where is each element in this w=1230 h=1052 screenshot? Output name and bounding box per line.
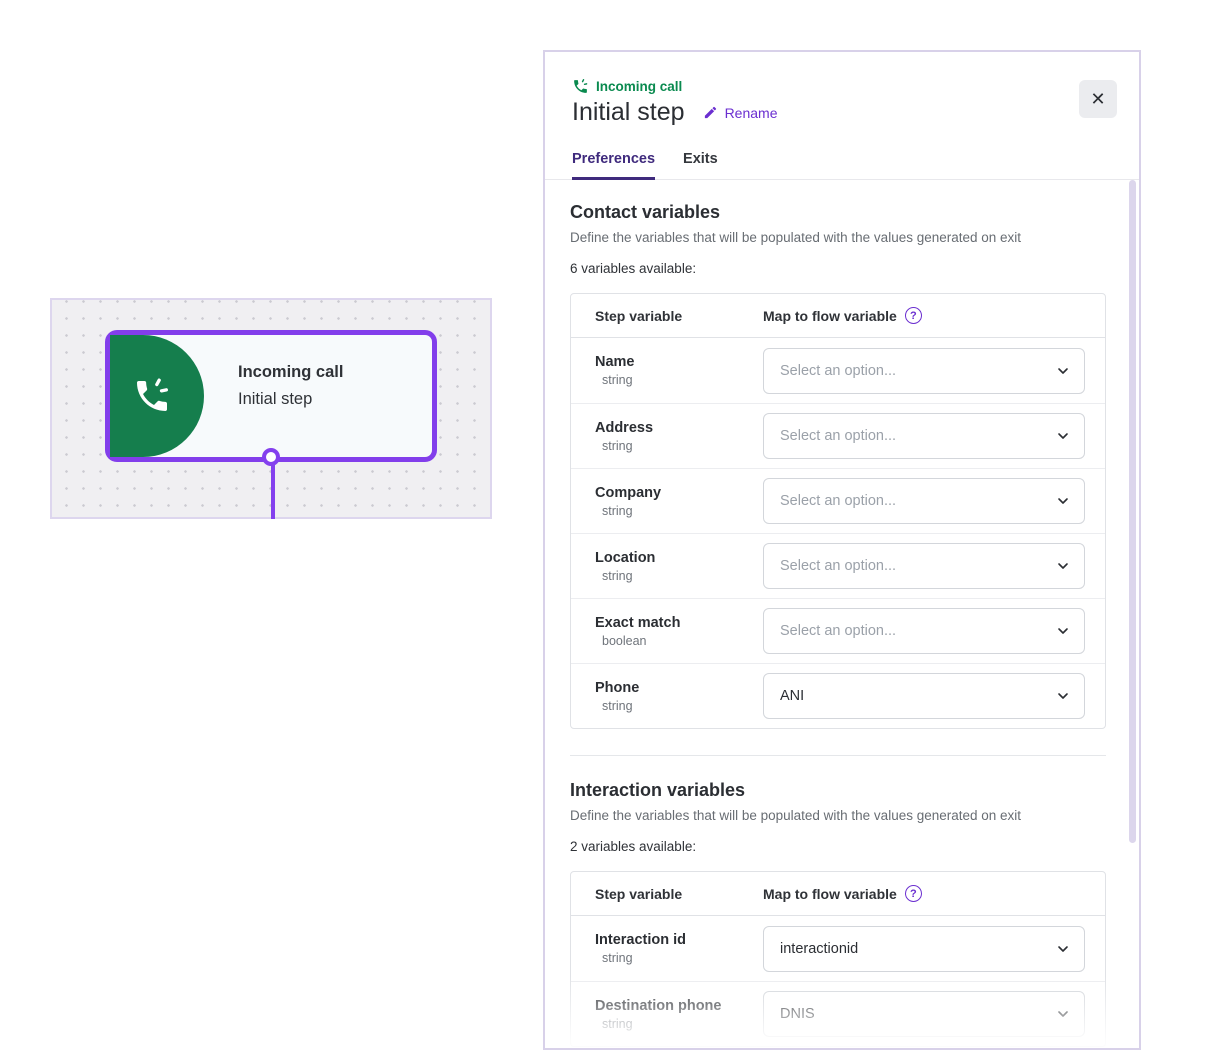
- variables-table: Step variable Map to flow variable ? Nam…: [570, 293, 1106, 729]
- variables-table: Step variable Map to flow variable ? Int…: [570, 871, 1106, 1047]
- section-title: Interaction variables: [570, 780, 1106, 801]
- map-to-flow-variable-select[interactable]: ANI: [763, 673, 1085, 719]
- variable-type: string: [595, 1017, 763, 1031]
- map-to-flow-variable-select[interactable]: Select an option...: [763, 543, 1085, 589]
- map-to-flow-variable-select[interactable]: Select an option...: [763, 608, 1085, 654]
- panel-title: Initial step: [572, 98, 685, 127]
- variable-name: Destination phone: [595, 998, 763, 1014]
- variable-type: string: [595, 373, 763, 387]
- map-to-flow-variable-select[interactable]: Select an option...: [763, 348, 1085, 394]
- help-icon[interactable]: ?: [905, 307, 922, 324]
- map-to-flow-variable-select[interactable]: Select an option...: [763, 413, 1085, 459]
- dropdown-value: Select an option...: [780, 623, 896, 639]
- variable-type: boolean: [595, 634, 763, 648]
- close-button[interactable]: ✕: [1079, 80, 1117, 118]
- panel-header: Incoming call Initial step Rename ✕ Pref…: [545, 52, 1139, 180]
- variable-name: Address: [595, 420, 763, 436]
- col-step-variable: Step variable: [595, 308, 763, 324]
- variable-name: Location: [595, 550, 763, 566]
- variable-name: Name: [595, 354, 763, 370]
- variable-name: Exact match: [595, 615, 763, 631]
- variable-row: Name string Select an option...: [571, 338, 1105, 403]
- variable-name: Phone: [595, 680, 763, 696]
- node-output-port[interactable]: [262, 448, 280, 466]
- variable-type: string: [595, 439, 763, 453]
- step-type-text: Incoming call: [596, 79, 682, 94]
- dropdown-value: Select an option...: [780, 363, 896, 379]
- incoming-call-node[interactable]: Incoming call Initial step: [105, 330, 437, 462]
- variable-type: string: [595, 699, 763, 713]
- variable-type: string: [595, 569, 763, 583]
- dropdown-value: Select an option...: [780, 493, 896, 509]
- scrollbar[interactable]: [1129, 180, 1136, 843]
- map-to-flow-variable-select[interactable]: DNIS: [763, 991, 1085, 1037]
- variable-row: Location string Select an option...: [571, 533, 1105, 598]
- section-description: Define the variables that will be popula…: [570, 808, 1106, 823]
- chevron-down-icon: [1055, 1006, 1071, 1022]
- col-map-to-flow-variable: Map to flow variable: [763, 308, 897, 324]
- variable-row: Address string Select an option...: [571, 403, 1105, 468]
- table-header-row: Step variable Map to flow variable ?: [571, 294, 1105, 338]
- flow-builder-screen: Incoming call Initial step Incoming call…: [0, 0, 1230, 1052]
- chevron-down-icon: [1055, 623, 1071, 639]
- variable-row: Interaction id string interactionid: [571, 916, 1105, 981]
- step-settings-panel: Incoming call Initial step Rename ✕ Pref…: [543, 50, 1141, 1050]
- dropdown-value: Select an option...: [780, 428, 896, 444]
- variables-count: 6 variables available:: [570, 261, 1106, 276]
- interaction-variables-section: Interaction variables Define the variabl…: [570, 780, 1106, 1047]
- table-header-row: Step variable Map to flow variable ?: [571, 872, 1105, 916]
- tab-preferences[interactable]: Preferences: [572, 151, 655, 180]
- map-to-flow-variable-select[interactable]: Select an option...: [763, 478, 1085, 524]
- variable-row: Exact match boolean Select an option...: [571, 598, 1105, 663]
- connector-line: [271, 460, 275, 519]
- variable-name: Interaction id: [595, 932, 763, 948]
- panel-body: Contact variables Define the variables t…: [545, 180, 1139, 1047]
- node-icon-area: [110, 335, 204, 457]
- section-description: Define the variables that will be popula…: [570, 230, 1106, 245]
- section-title: Contact variables: [570, 202, 1106, 223]
- dropdown-value: interactionid: [780, 941, 858, 957]
- rename-label: Rename: [725, 105, 778, 121]
- flow-canvas[interactable]: Incoming call Initial step: [50, 298, 492, 519]
- section-divider: [570, 755, 1106, 756]
- step-type-label: Incoming call: [572, 78, 682, 95]
- col-step-variable: Step variable: [595, 886, 763, 902]
- rename-button[interactable]: Rename: [703, 105, 778, 121]
- variable-row: Company string Select an option...: [571, 468, 1105, 533]
- chevron-down-icon: [1055, 428, 1071, 444]
- dropdown-value: Select an option...: [780, 558, 896, 574]
- incoming-call-icon: [572, 78, 589, 95]
- dropdown-value: DNIS: [780, 1006, 815, 1022]
- map-to-flow-variable-select[interactable]: interactionid: [763, 926, 1085, 972]
- variable-row: Phone string ANI: [571, 663, 1105, 728]
- node-type-label: Incoming call: [238, 359, 343, 386]
- chevron-down-icon: [1055, 558, 1071, 574]
- variable-type: string: [595, 951, 763, 965]
- panel-tabs: Preferences Exits: [572, 151, 718, 180]
- chevron-down-icon: [1055, 941, 1071, 957]
- chevron-down-icon: [1055, 688, 1071, 704]
- chevron-down-icon: [1055, 363, 1071, 379]
- variable-row: Destination phone string DNIS: [571, 981, 1105, 1046]
- contact-variables-section: Contact variables Define the variables t…: [570, 202, 1106, 729]
- chevron-down-icon: [1055, 493, 1071, 509]
- variable-name: Company: [595, 485, 763, 501]
- variable-type: string: [595, 504, 763, 518]
- help-icon[interactable]: ?: [905, 885, 922, 902]
- col-map-to-flow-variable: Map to flow variable: [763, 886, 897, 902]
- pencil-icon: [703, 105, 718, 120]
- dropdown-value: ANI: [780, 688, 804, 704]
- tab-exits[interactable]: Exits: [683, 151, 718, 180]
- variables-count: 2 variables available:: [570, 839, 1106, 854]
- node-title: Initial step: [238, 386, 343, 413]
- incoming-call-icon: [132, 376, 172, 416]
